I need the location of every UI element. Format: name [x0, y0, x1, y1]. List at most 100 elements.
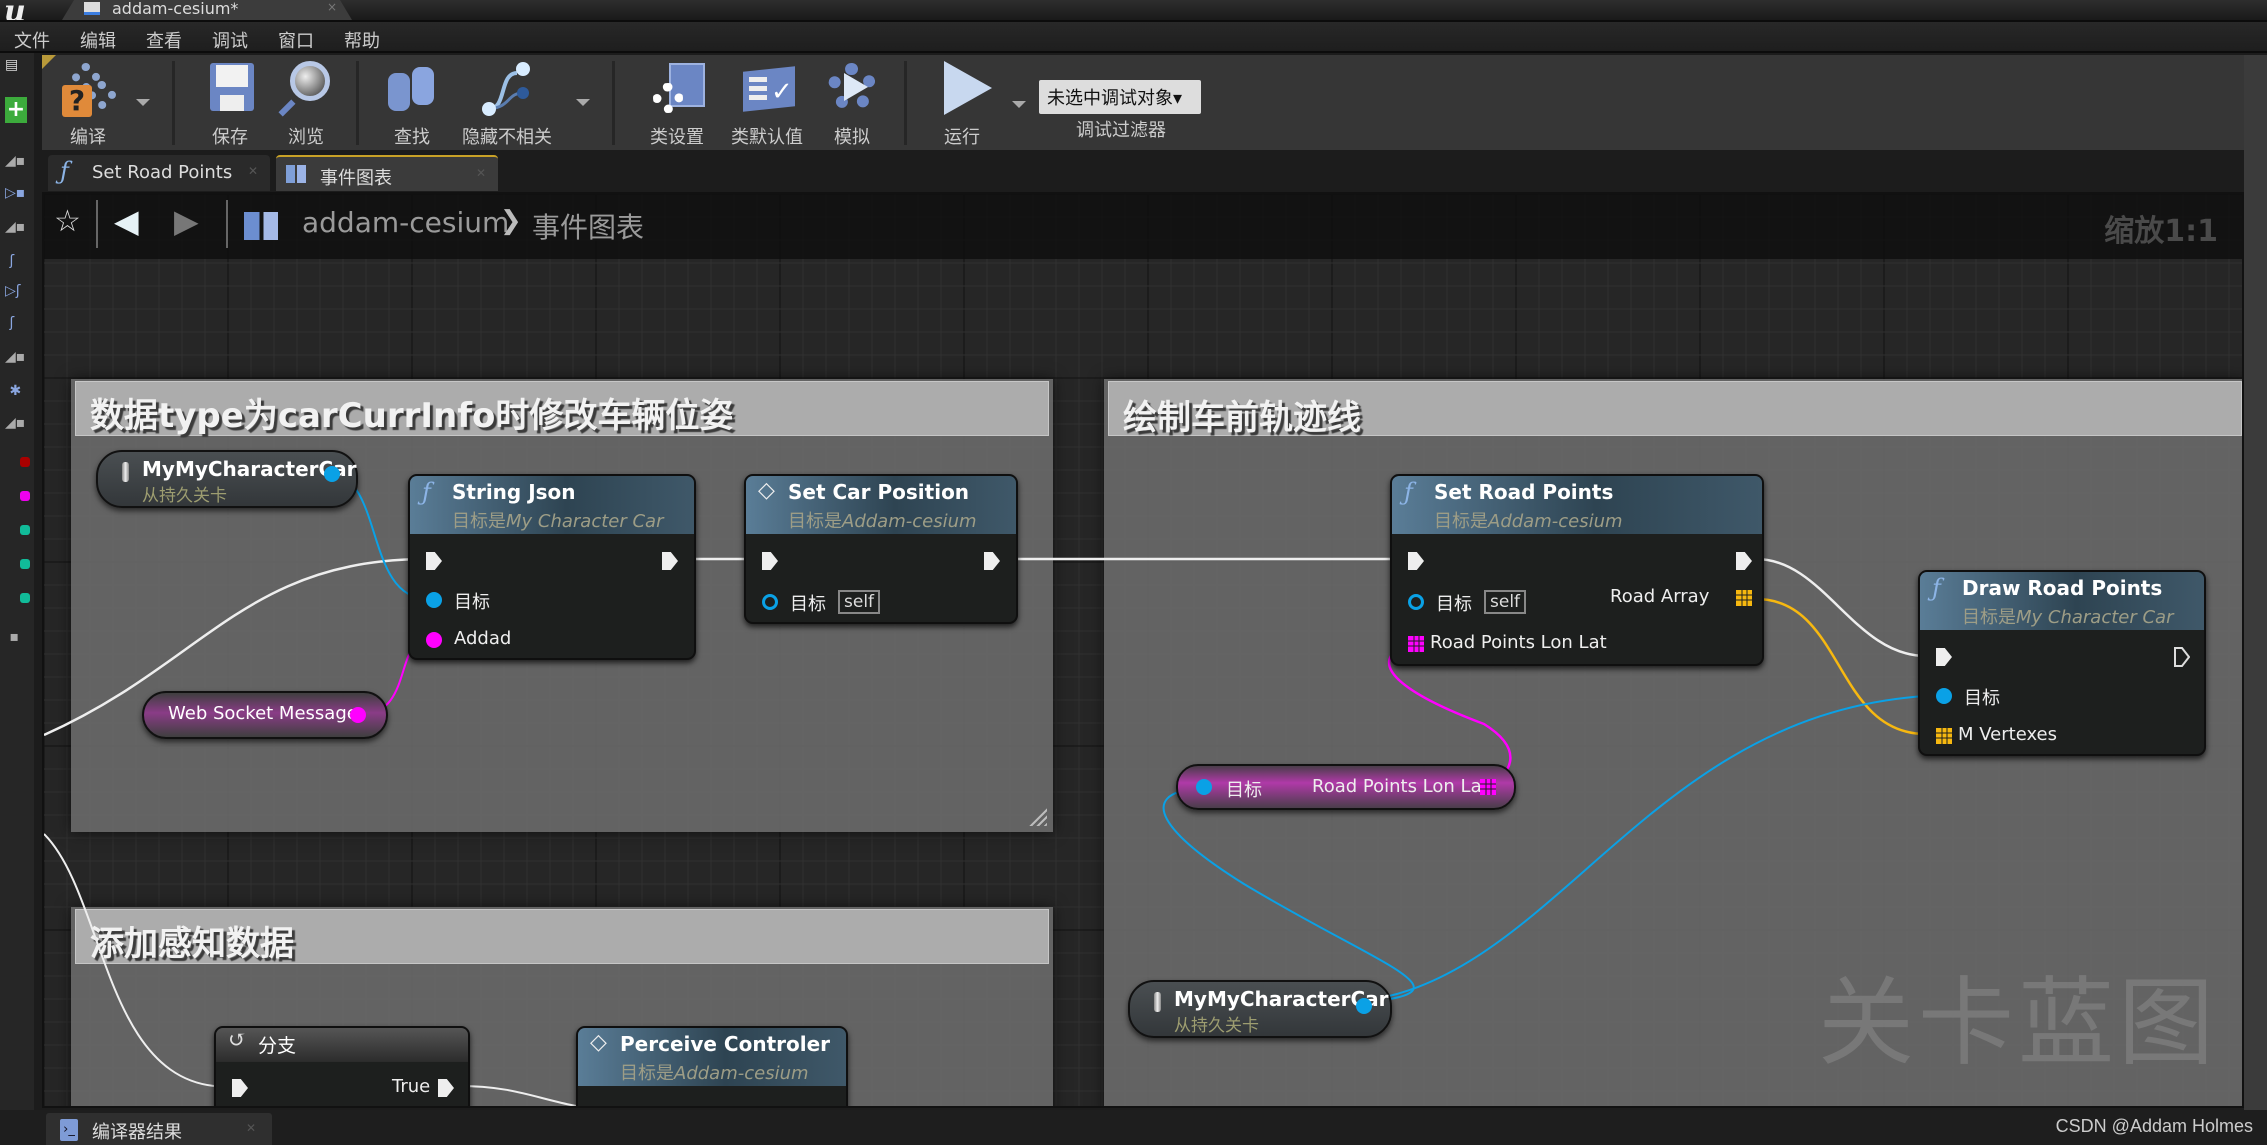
- variable-pill-icon[interactable]: [20, 525, 30, 535]
- target-input-pin[interactable]: [426, 592, 442, 608]
- branch-node[interactable]: ↺ 分支 True: [214, 1026, 470, 1106]
- function-icon[interactable]: ʃ: [5, 253, 31, 275]
- menu-bar: 文件 编辑 查看 调试 窗口 帮助: [0, 20, 2267, 53]
- variable-pill-icon[interactable]: [20, 559, 30, 569]
- function-icon[interactable]: ▷ʃ: [5, 283, 31, 305]
- exec-input-pin[interactable]: [762, 552, 778, 570]
- class-settings-button[interactable]: 类设置: [632, 59, 722, 149]
- blueprint-book-icon: [84, 2, 100, 15]
- event-graph-icon: [244, 212, 278, 240]
- menu-window[interactable]: 窗口: [278, 27, 314, 53]
- exec-input-pin[interactable]: [426, 552, 442, 570]
- simulate-button[interactable]: 模拟: [812, 59, 892, 149]
- array-output-pin[interactable]: [1736, 590, 1752, 606]
- target-input-pin[interactable]: [762, 594, 778, 610]
- menu-debug[interactable]: 调试: [212, 27, 248, 53]
- graph-canvas[interactable]: 数据type为carCurrInfo时修改车辆位姿 绘制车前轨迹线 添加感知数据…: [42, 192, 2244, 1108]
- macro-icon[interactable]: ✱: [5, 383, 31, 405]
- function-node-set-car-position[interactable]: ◇ Set Car Position 目标是Addam-cesium 目标 se…: [744, 474, 1018, 624]
- collapse-arrow-icon[interactable]: ◢▪: [5, 349, 31, 371]
- exec-wire: [44, 833, 215, 1087]
- array-input-pin[interactable]: [1936, 728, 1952, 744]
- string-output-pin[interactable]: [350, 707, 366, 723]
- simulate-icon: [822, 59, 882, 117]
- target-input-pin[interactable]: [1196, 779, 1212, 795]
- editor-tabs: ƒ Set Road Points ✕ 事件图表 ✕: [42, 155, 2267, 192]
- object-output-pin[interactable]: [1356, 998, 1372, 1014]
- add-new-icon[interactable]: +: [5, 97, 27, 123]
- find-button[interactable]: 查找: [372, 59, 452, 149]
- debug-object-select[interactable]: 未选中调试对象▾: [1039, 80, 1201, 114]
- left-panel-strip: ▤ + ◢▪ ▷▪ ◢▪ ʃ ▷ʃ ʃ ◢▪ ✱ ◢▪ ▪: [0, 53, 34, 1113]
- right-panel-edge: [2244, 55, 2267, 1110]
- toolbar-corner-mark: [42, 55, 56, 69]
- tab-set-road-points[interactable]: ƒ Set Road Points ✕: [48, 155, 270, 191]
- menu-view[interactable]: 查看: [146, 27, 182, 53]
- breadcrumb-separator: ❯: [500, 206, 522, 236]
- variable-pill-icon[interactable]: [20, 457, 30, 467]
- menu-help[interactable]: 帮助: [344, 27, 380, 53]
- run-options-dropdown[interactable]: [1012, 101, 1026, 108]
- hide-unrelated-dropdown[interactable]: [576, 99, 590, 106]
- tab-compiler-results[interactable]: ›_ 编译器结果 ✕: [46, 1113, 272, 1145]
- compile-options-dropdown[interactable]: [136, 99, 150, 106]
- hide-unrelated-button[interactable]: 隐藏不相关: [452, 59, 562, 149]
- binoculars-icon: [382, 59, 442, 117]
- target-input-pin[interactable]: [1936, 688, 1952, 704]
- object-output-pin[interactable]: [324, 466, 340, 482]
- variable-node-my-character-car[interactable]: MyMyCharacterCar 从持久关卡: [1128, 980, 1392, 1038]
- function-node-perceive-controler[interactable]: ◇ Perceive Controler 目标是Addam-cesium: [576, 1026, 848, 1106]
- tab-event-graph[interactable]: 事件图表 ✕: [276, 155, 498, 191]
- separator: [226, 200, 228, 248]
- save-button[interactable]: 保存: [192, 59, 268, 149]
- forward-arrow-icon[interactable]: ▶: [174, 202, 199, 240]
- self-default-value[interactable]: self: [838, 590, 881, 614]
- document-tab[interactable]: addam-cesium* ×: [62, 0, 352, 20]
- self-default-value[interactable]: self: [1484, 590, 1527, 614]
- branch-icon: ↺: [228, 1028, 247, 1053]
- getter-node-road-points-lon-lat[interactable]: 目标 Road Points Lon Lat: [1176, 764, 1516, 810]
- collapse-arrow-icon[interactable]: ▪: [5, 629, 31, 651]
- back-arrow-icon[interactable]: ◀: [114, 202, 139, 240]
- exec-input-pin[interactable]: [1408, 552, 1424, 570]
- collapse-arrow-icon[interactable]: ◢▪: [5, 415, 31, 437]
- function-node-string-json[interactable]: ƒ String Json 目标是My Character Car 目标 Add…: [408, 474, 696, 660]
- exec-output-pin[interactable]: [662, 552, 678, 570]
- close-tab-icon[interactable]: ×: [327, 0, 337, 14]
- exec-true-output-pin[interactable]: [438, 1079, 454, 1097]
- string-array-output-pin[interactable]: [1480, 779, 1496, 795]
- collapse-arrow-icon[interactable]: ◢▪: [5, 219, 31, 241]
- separator: [612, 61, 615, 145]
- exec-input-pin[interactable]: [232, 1079, 248, 1097]
- close-tab-icon[interactable]: ✕: [248, 164, 258, 178]
- variable-pill-icon[interactable]: [20, 491, 30, 501]
- menu-edit[interactable]: 编辑: [80, 27, 116, 53]
- close-tab-icon[interactable]: ✕: [476, 166, 486, 180]
- function-icon[interactable]: ʃ: [5, 315, 31, 337]
- string-array-input-pin[interactable]: [1408, 636, 1424, 652]
- exec-output-pin[interactable]: [2174, 647, 2190, 667]
- graph-icon[interactable]: ▷▪: [5, 185, 31, 207]
- class-defaults-button[interactable]: ✓ 类默认值: [722, 59, 812, 149]
- variable-node-my-character-car[interactable]: MyMyCharacterCar 从持久关卡: [96, 450, 358, 508]
- exec-output-pin[interactable]: [1736, 552, 1752, 570]
- exec-output-pin[interactable]: [984, 552, 1000, 570]
- breadcrumb-root[interactable]: addam-cesium: [302, 206, 509, 239]
- separator: [356, 61, 359, 145]
- target-input-pin[interactable]: [1408, 594, 1424, 610]
- string-input-pin[interactable]: [426, 632, 442, 648]
- close-tab-icon[interactable]: ✕: [246, 1121, 256, 1135]
- run-button[interactable]: 运行: [922, 59, 1002, 149]
- menu-file[interactable]: 文件: [14, 27, 50, 53]
- browse-button[interactable]: 浏览: [268, 59, 344, 149]
- exec-input-pin[interactable]: [1936, 648, 1952, 666]
- variable-pill-icon[interactable]: [20, 593, 30, 603]
- hide-unrelated-icon: [477, 59, 537, 117]
- favorite-star-icon[interactable]: ☆: [54, 204, 81, 239]
- function-node-draw-road-points[interactable]: ƒ Draw Road Points 目标是My Character Car 目…: [1918, 570, 2206, 756]
- variable-node-web-socket-message[interactable]: Web Socket Message: [142, 691, 388, 739]
- collapse-arrow-icon[interactable]: ◢▪: [5, 153, 31, 175]
- function-node-set-road-points[interactable]: ƒ Set Road Points 目标是Addam-cesium 目标 sel…: [1390, 474, 1764, 666]
- zoom-level-label: 缩放1:1: [2104, 214, 2218, 249]
- compile-button[interactable]: ? 编译: [48, 59, 128, 149]
